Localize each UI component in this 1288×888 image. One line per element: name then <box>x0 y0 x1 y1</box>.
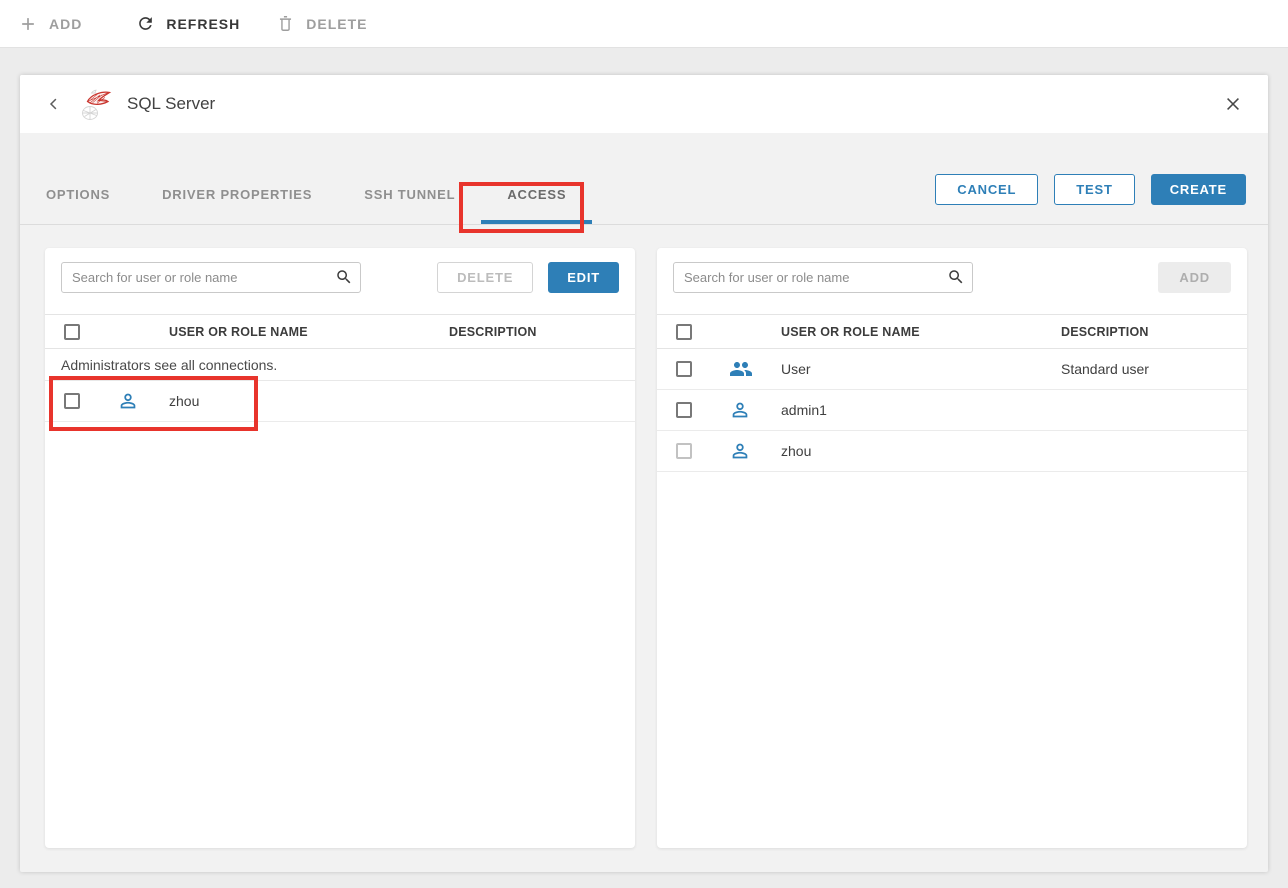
tabs: OPTIONS DRIVER PROPERTIES SSH TUNNEL ACC… <box>46 164 592 224</box>
all-users-panel: ADD USER OR ROLE NAME DESCRIPTION User S… <box>657 248 1247 848</box>
refresh-button-label: REFRESH <box>166 16 240 32</box>
tab-ssh-tunnel[interactable]: SSH TUNNEL <box>338 164 481 224</box>
panel-delete-button[interactable]: DELETE <box>437 262 533 293</box>
table-row-user[interactable]: User Standard user <box>657 349 1247 390</box>
row-checkbox[interactable] <box>676 361 692 377</box>
main-toolbar: ADD REFRESH DELETE <box>0 0 1288 48</box>
column-header-description: DESCRIPTION <box>449 325 635 339</box>
test-button[interactable]: TEST <box>1054 174 1134 205</box>
row-description: Standard user <box>1061 361 1247 377</box>
all-users-table-header: USER OR ROLE NAME DESCRIPTION <box>657 314 1247 349</box>
granted-users-toolbar: DELETE EDIT <box>45 248 635 314</box>
search-icon <box>335 268 353 291</box>
row-name: zhou <box>169 393 449 409</box>
create-button[interactable]: CREATE <box>1151 174 1246 205</box>
refresh-button[interactable]: REFRESH <box>136 14 240 33</box>
table-row-zhou-all[interactable]: zhou <box>657 431 1247 472</box>
user-icon <box>117 390 139 412</box>
column-header-description: DESCRIPTION <box>1061 325 1247 339</box>
row-name: zhou <box>781 443 1061 459</box>
row-name: admin1 <box>781 402 1061 418</box>
access-tab-content: DELETE EDIT USER OR ROLE NAME DESCRIPTIO… <box>20 225 1268 848</box>
search-icon <box>947 268 965 291</box>
granted-users-table-header: USER OR ROLE NAME DESCRIPTION <box>45 314 635 349</box>
column-header-name: USER OR ROLE NAME <box>169 325 449 339</box>
row-checkbox[interactable] <box>64 393 80 409</box>
dialog-actions: CANCEL TEST CREATE <box>935 174 1246 205</box>
select-all-checkbox[interactable] <box>64 324 80 340</box>
select-all-checkbox[interactable] <box>676 324 692 340</box>
admin-info-row: Administrators see all connections. <box>45 349 635 381</box>
close-icon[interactable] <box>1223 94 1243 114</box>
all-users-search-input[interactable] <box>673 262 973 293</box>
table-row-zhou[interactable]: zhou <box>45 381 635 422</box>
sql-server-logo <box>78 86 114 122</box>
granted-users-search-input[interactable] <box>61 262 361 293</box>
granted-users-search <box>61 262 361 293</box>
delete-button[interactable]: DELETE <box>276 14 367 33</box>
all-users-search <box>673 262 973 293</box>
dialog-tabbar: OPTIONS DRIVER PROPERTIES SSH TUNNEL ACC… <box>20 133 1268 225</box>
granted-users-panel: DELETE EDIT USER OR ROLE NAME DESCRIPTIO… <box>45 248 635 848</box>
user-icon <box>729 440 751 462</box>
row-checkbox[interactable] <box>676 402 692 418</box>
back-chevron-icon[interactable] <box>45 95 63 113</box>
team-icon <box>729 357 753 381</box>
column-header-name: USER OR ROLE NAME <box>781 325 1061 339</box>
granted-users-actions: DELETE EDIT <box>437 262 619 293</box>
dialog-title: SQL Server <box>127 94 215 114</box>
plus-icon <box>18 14 38 34</box>
row-name: User <box>781 361 1061 377</box>
row-checkbox-disabled <box>676 443 692 459</box>
tab-access[interactable]: ACCESS <box>481 164 592 224</box>
cancel-button[interactable]: CANCEL <box>935 174 1038 205</box>
trash-icon <box>276 14 295 33</box>
panel-edit-button[interactable]: EDIT <box>548 262 619 293</box>
table-row-admin1[interactable]: admin1 <box>657 390 1247 431</box>
panel-add-button[interactable]: ADD <box>1158 262 1231 293</box>
connection-dialog: SQL Server OPTIONS DRIVER PROPERTIES SSH… <box>20 75 1268 872</box>
add-button-label: ADD <box>49 16 82 32</box>
delete-button-label: DELETE <box>306 16 367 32</box>
admin-info-text: Administrators see all connections. <box>61 357 277 373</box>
dialog-header: SQL Server <box>20 75 1268 133</box>
refresh-icon <box>136 14 155 33</box>
user-icon <box>729 399 751 421</box>
tab-driver-properties[interactable]: DRIVER PROPERTIES <box>136 164 338 224</box>
all-users-actions: ADD <box>1158 262 1231 293</box>
add-button[interactable]: ADD <box>18 14 82 34</box>
all-users-toolbar: ADD <box>657 248 1247 314</box>
tab-options[interactable]: OPTIONS <box>46 164 136 224</box>
